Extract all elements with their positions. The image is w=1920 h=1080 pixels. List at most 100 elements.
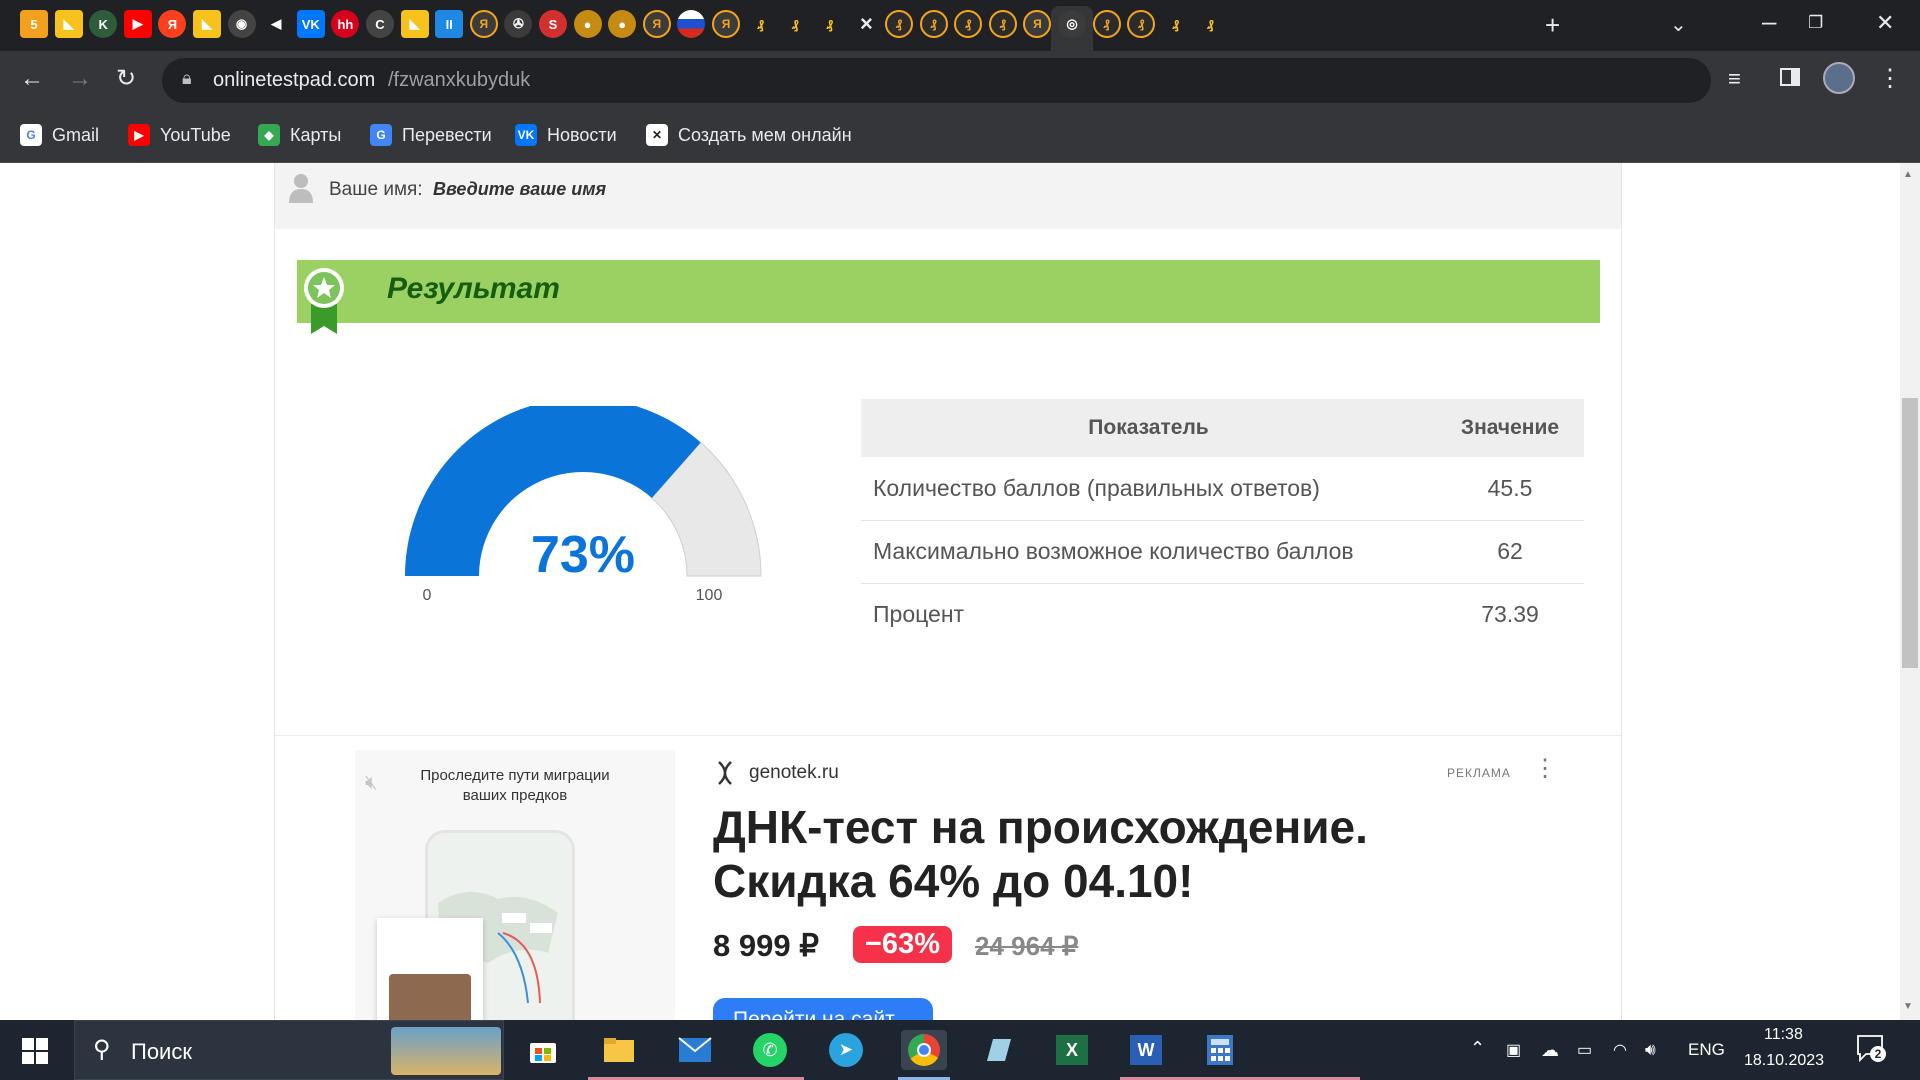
kinopoisk-icon[interactable]: ◣	[54, 10, 83, 38]
bookmark-vk[interactable]: VK Новости	[515, 124, 617, 146]
back-icon[interactable]: ←	[20, 65, 44, 93]
notifications-button[interactable]: 2	[1856, 1034, 1886, 1063]
mail-badge-icon[interactable]: 5	[20, 10, 48, 38]
tab-search-icon[interactable]: ⌄	[1670, 12, 1687, 37]
forward-icon[interactable]: →	[68, 65, 92, 93]
c-icon[interactable]: C	[366, 10, 394, 38]
excel-icon[interactable]: X	[1052, 1030, 1092, 1070]
ad-headline[interactable]: ДНК-тест на происхождение. Скидка 64% до…	[713, 800, 1368, 908]
yellow-swirl-icon[interactable]: ₰	[781, 10, 810, 38]
url-domain: onlinetestpad.com	[213, 69, 376, 91]
windows-start-icon[interactable]	[22, 1038, 48, 1064]
bookmark-translate[interactable]: G Перевести	[370, 124, 492, 146]
k-icon[interactable]: K	[89, 10, 118, 38]
vk-icon[interactable]: VK	[296, 10, 325, 38]
clock-date[interactable]: 18.10.2023	[1744, 1052, 1824, 1070]
kinopoisk-icon[interactable]: ◣	[400, 10, 429, 38]
yellow-swirl-icon[interactable]: ₰	[1196, 10, 1225, 38]
yellow-ring-icon[interactable]: ₰	[885, 10, 913, 38]
minimize-button[interactable]: –	[1762, 6, 1776, 37]
yellow-ring-icon[interactable]: ₰	[988, 10, 1017, 38]
wifi-icon[interactable]: ◠	[1613, 1040, 1627, 1060]
whatsapp-icon[interactable]: ✆	[750, 1030, 790, 1070]
show-hidden-icons-icon[interactable]: ⌃	[1470, 1038, 1485, 1059]
bookmark-meme[interactable]: ✕ Создать мем онлайн	[646, 124, 852, 146]
taskbar-search-box[interactable]: ⚲ Поиск	[74, 1020, 504, 1080]
bookmark-google[interactable]: G Gmail	[20, 124, 99, 146]
name-label: Ваше имя:	[329, 179, 423, 200]
yandex-ring-icon[interactable]: Я	[642, 10, 671, 38]
menu-icon[interactable]: ⋮	[1878, 65, 1902, 93]
target-icon[interactable]: ◎	[1058, 10, 1086, 38]
yellow-ring-icon[interactable]: ₰	[954, 10, 983, 38]
yellow-swirl-icon[interactable]: ₰	[746, 10, 775, 38]
table-row: Процент 73.39	[861, 583, 1584, 646]
value-cell: 62	[1436, 520, 1584, 584]
calculator-icon[interactable]	[1200, 1030, 1240, 1070]
yellow-ring-icon[interactable]: ₰	[1127, 10, 1156, 38]
restore-button[interactable]: ❐	[1808, 13, 1823, 33]
close-window-button[interactable]: ✕	[1876, 10, 1894, 36]
ad-options-icon[interactable]: ⋮	[1533, 754, 1557, 783]
word-icon[interactable]: W	[1126, 1030, 1166, 1070]
ad-cta-button[interactable]: Перейти на сайт	[713, 998, 933, 1020]
onedrive-cloud-icon[interactable]: ☁	[1541, 1040, 1559, 1061]
profile-avatar[interactable]	[1823, 62, 1855, 94]
bookmark-label: Gmail	[52, 124, 100, 145]
ad-image[interactable]: 🔇︎ Проследите пути миграции ваших предко…	[355, 750, 675, 1020]
side-panel-icon[interactable]	[1779, 66, 1801, 95]
mail-icon[interactable]	[675, 1030, 715, 1070]
yellow-ring-icon[interactable]: ₰	[1092, 10, 1121, 38]
yandex-ring-icon[interactable]: Я	[469, 10, 498, 38]
scrollbar-thumb[interactable]	[1902, 398, 1918, 668]
table-row: Максимально возможное количество баллов …	[861, 520, 1584, 584]
notes-app-icon[interactable]	[978, 1030, 1018, 1070]
red-circle-icon[interactable]: S	[539, 10, 567, 38]
yellow-swirl-icon[interactable]: ₰	[815, 10, 844, 38]
scroll-up-icon[interactable]: ▲	[1903, 169, 1913, 180]
battery-icon[interactable]: ▭	[1577, 1040, 1592, 1060]
microsoft-store-icon[interactable]	[523, 1030, 563, 1070]
file-explorer-icon[interactable]	[599, 1030, 639, 1070]
yandex-ring-icon[interactable]: Я	[1023, 10, 1052, 38]
hh-icon[interactable]: hh	[331, 10, 360, 38]
yellow-ring-icon[interactable]: ₰	[919, 10, 948, 38]
indicator-cell: Максимально возможное количество баллов	[861, 520, 1436, 584]
media-controls-icon[interactable]: ≡	[1728, 65, 1741, 93]
muted-icon[interactable]: 🔇︎	[365, 772, 378, 795]
kinopoisk-icon[interactable]: ◣	[193, 10, 221, 38]
language-indicator[interactable]: ENG	[1688, 1040, 1725, 1060]
wheel-icon[interactable]: ✇	[504, 10, 533, 38]
russia-flag-icon[interactable]	[677, 10, 706, 38]
bookmark-youtube[interactable]: ▶ YouTube	[128, 124, 231, 146]
speaker-icon[interactable]: ◀	[262, 10, 291, 38]
yandex-icon[interactable]: Я	[158, 10, 187, 38]
gold-coin-icon[interactable]: ●	[573, 10, 602, 38]
vertical-scrollbar[interactable]: ▲ ▼	[1900, 163, 1920, 1020]
name-input[interactable]: Введите ваше имя	[433, 179, 606, 200]
gold-coin-icon[interactable]: ●	[608, 10, 637, 38]
scroll-down-icon[interactable]: ▼	[1903, 1001, 1913, 1012]
reload-icon[interactable]: ↻	[116, 65, 136, 93]
youtube-icon: ▶	[128, 124, 150, 146]
close-tab-icon[interactable]: ×	[852, 10, 880, 38]
new-tab-button[interactable]: +	[1545, 10, 1560, 41]
chrome-icon[interactable]	[901, 1030, 947, 1070]
ad-discount-badge: −63%	[853, 926, 952, 963]
pause-icon[interactable]: II	[435, 10, 464, 38]
gamepad-icon[interactable]: ◉	[227, 10, 256, 38]
yellow-swirl-icon[interactable]: ₰	[1161, 10, 1190, 38]
bookmark-maps[interactable]: ◆ Карты	[258, 124, 341, 146]
volume-icon[interactable]: 🔊︎	[1645, 1040, 1656, 1060]
genotek-logo-icon	[718, 761, 732, 785]
clock-time[interactable]: 11:38	[1764, 1026, 1803, 1044]
telegram-icon[interactable]: ➤	[826, 1030, 866, 1070]
table-row: Количество баллов (правильных ответов) 4…	[861, 457, 1584, 521]
address-bar[interactable]: 🔒︎ onlinetestpad.com /fzwanxkubyduk	[162, 58, 1711, 103]
yandex-ring-icon[interactable]: Я	[712, 10, 740, 38]
search-icon: ⚲	[93, 1036, 111, 1063]
url-path: /fzwanxkubyduk	[388, 69, 531, 91]
ad-domain[interactable]: genotek.ru	[749, 762, 839, 784]
meet-now-icon[interactable]: ▣	[1506, 1040, 1521, 1060]
youtube-icon[interactable]: ▶	[123, 10, 152, 38]
